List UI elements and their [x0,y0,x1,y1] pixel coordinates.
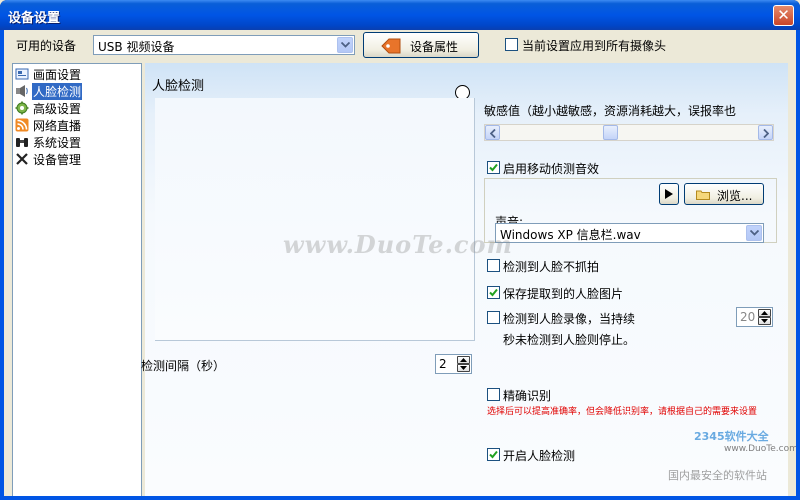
folder-icon [696,190,710,200]
tree-item-label: 画面设置 [33,68,82,82]
device-select-value: USB 视频设备 [98,40,175,54]
play-button[interactable] [659,183,679,205]
browse-label: 浏览... [717,189,753,203]
tree-item-label: 网络直播 [33,119,82,133]
save-face-checkbox[interactable] [487,286,500,299]
precise-label: 精确识别 [503,389,552,403]
title-bar[interactable]: 设备设置 ✕ [0,0,800,30]
enable-face-label: 开启人脸检测 [503,449,576,463]
sound-file-select[interactable]: Windows XP 信息栏.wav [495,223,764,243]
motion-sound-label: 启用移动侦测音效 [503,162,600,176]
sensitivity-label-box: 敏感值（越小越敏感，资源消耗越大，误报率也 [484,100,780,122]
apply-all-checkbox[interactable] [505,38,518,51]
face-icon [16,85,28,97]
window-title: 设备设置 [8,11,61,26]
gear-icon [15,101,29,115]
scroll-right-icon[interactable] [758,125,773,140]
tag-icon [381,38,401,54]
chevron-down-icon[interactable] [746,225,762,241]
device-label: 可用的设备 [16,39,77,53]
stepper-up-icon[interactable] [457,356,470,364]
sound-file-value: Windows XP 信息栏.wav [500,228,641,242]
record-label-line2: 秒未检测到人脸则停止。 [503,333,636,347]
browse-button[interactable]: 浏览... [684,183,764,205]
record-label-line1: 检测到人脸录像，当持续 [503,312,636,326]
save-face-label: 保存提取到的人脸图片 [503,287,624,301]
record-seconds-stepper[interactable]: 20 [736,307,773,327]
center-watermark: www.DuoTe.com [283,230,513,259]
settings-window: 设备设置 ✕ 可用的设备 USB 视频设备 设备属性 当前设置应用到所有摄像头 … [0,0,800,500]
stepper-down-icon[interactable] [457,364,470,372]
slider-thumb[interactable] [603,125,618,140]
corner-slogan: 国内最安全的软件站 [668,469,767,482]
no-capture-checkbox[interactable] [487,259,500,272]
section-title: 人脸检测 [152,79,205,94]
device-select[interactable]: USB 视频设备 [93,35,355,55]
record-seconds-value: 20 [740,310,756,324]
precise-note: 选择后可以提高准确率，但会降低识别率，请根据自己的需要来设置 [487,407,758,417]
tree-item-label: 高级设置 [33,102,82,116]
sensitivity-slider[interactable] [484,124,774,141]
tree-item-label: 人脸检测 [32,83,83,100]
interval-value: 2 [439,357,447,371]
face-preview-area [155,98,475,341]
interval-label: 检测间隔（秒） [141,359,226,373]
interval-stepper[interactable]: 2 [435,354,472,374]
sound-group: 声音: 浏览... Windows XP 信息栏.wav [484,178,777,243]
sensitivity-label: 敏感值（越小越敏感，资源消耗越大，误报率也 [484,104,737,118]
no-capture-label: 检测到人脸不抓拍 [503,260,600,274]
picture-icon [15,68,29,80]
stepper-up-icon[interactable] [758,309,771,317]
tools-icon [16,153,28,165]
tree-item-label: 系统设置 [33,136,82,150]
record-checkbox[interactable] [487,311,500,324]
apply-all-label: 当前设置应用到所有摄像头 [522,39,667,53]
close-button[interactable]: ✕ [773,5,794,26]
dialog-body: 可用的设备 USB 视频设备 设备属性 当前设置应用到所有摄像头 画面设置 人脸… [4,30,798,497]
stepper-down-icon[interactable] [758,317,771,325]
device-properties-label: 设备属性 [410,40,459,54]
settings-tree: 画面设置 人脸检测 高级设置 网络直播 系统设置 设备管理 [12,63,142,497]
enable-face-checkbox[interactable] [487,448,500,461]
rss-icon [15,118,29,132]
face-detection-panel: 人脸检测 检测间隔（秒） 2 敏感值（越小越敏感，资源消耗越大，误报率也 启用移… [141,63,788,497]
motion-sound-checkbox[interactable] [487,161,500,174]
scroll-left-icon[interactable] [485,125,500,140]
corner-url: www.DuoTe.com [724,444,798,454]
precise-checkbox[interactable] [487,388,500,401]
play-icon [665,189,673,199]
device-properties-button[interactable]: 设备属性 [363,32,479,58]
close-icon: ✕ [777,6,790,24]
chevron-down-icon[interactable] [337,37,353,53]
corner-brand: 2345软件大全 [694,430,769,443]
tree-item-label: 设备管理 [33,153,82,167]
binoculars-icon [16,138,28,147]
